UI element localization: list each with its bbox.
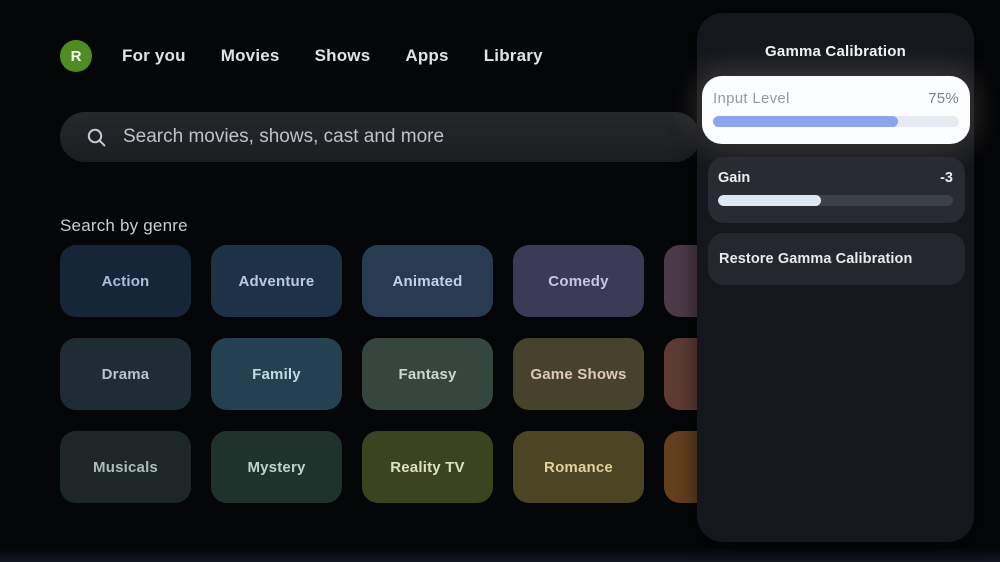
gain-value: -3	[940, 170, 953, 186]
nav-tab-library[interactable]: Library	[484, 46, 543, 66]
panel-title: Gamma Calibration	[765, 43, 906, 60]
genre-section-heading: Search by genre	[60, 216, 188, 235]
genre-tile-fantasy[interactable]: Fantasy	[362, 338, 493, 410]
input-level-slider-card[interactable]: Input Level 75%	[702, 76, 970, 144]
restore-gamma-button[interactable]: Restore Gamma Calibration	[708, 233, 965, 285]
tv-home-screen: R For you Movies Shows Apps Library Search b…	[0, 0, 1000, 562]
genre-grid: Action Adventure Animated Comedy Drama Family…	[60, 245, 795, 503]
restore-gamma-label: Restore Gamma Calibration	[719, 251, 913, 267]
genre-tile-mystery[interactable]: Mystery	[211, 431, 342, 503]
profile-avatar[interactable]: R	[60, 40, 92, 72]
gain-slider-card[interactable]: Gain -3	[708, 157, 965, 223]
gamma-calibration-panel: Gamma Calibration Input Level 75% Gain -…	[697, 13, 974, 542]
search-icon	[87, 128, 106, 146]
top-nav-tabs: For you Movies Shows Apps Library	[122, 46, 543, 66]
genre-tile-game-shows[interactable]: Game Shows	[513, 338, 644, 410]
avatar-initial: R	[70, 47, 82, 65]
input-level-label-row: Input Level 75%	[713, 90, 959, 107]
genre-tile-action[interactable]: Action	[60, 245, 191, 317]
nav-tab-shows[interactable]: Shows	[315, 46, 371, 66]
input-level-value: 75%	[928, 90, 959, 107]
nav-tab-apps[interactable]: Apps	[405, 46, 448, 66]
nav-tab-for-you[interactable]: For you	[122, 46, 186, 66]
genre-tile-family[interactable]: Family	[211, 338, 342, 410]
input-level-slider-track	[713, 116, 959, 127]
gain-label-row: Gain -3	[718, 170, 953, 186]
search-input[interactable]	[121, 125, 645, 149]
gain-slider-track	[718, 195, 953, 206]
input-level-label: Input Level	[713, 90, 790, 107]
genre-tile-romance[interactable]: Romance	[513, 431, 644, 503]
genre-tile-musicals[interactable]: Musicals	[60, 431, 191, 503]
genre-tile-animated[interactable]: Animated	[362, 245, 493, 317]
genre-tile-comedy[interactable]: Comedy	[513, 245, 644, 317]
nav-tab-movies[interactable]: Movies	[221, 46, 280, 66]
gain-slider-fill	[718, 195, 822, 206]
screen-bottom-edge	[0, 548, 1000, 562]
genre-tile-reality-tv[interactable]: Reality TV	[362, 431, 493, 503]
genre-tile-drama[interactable]: Drama	[60, 338, 191, 410]
search-bar[interactable]	[60, 112, 700, 162]
input-level-slider-fill	[713, 116, 898, 127]
gain-label: Gain	[718, 170, 751, 186]
genre-tile-adventure[interactable]: Adventure	[211, 245, 342, 317]
